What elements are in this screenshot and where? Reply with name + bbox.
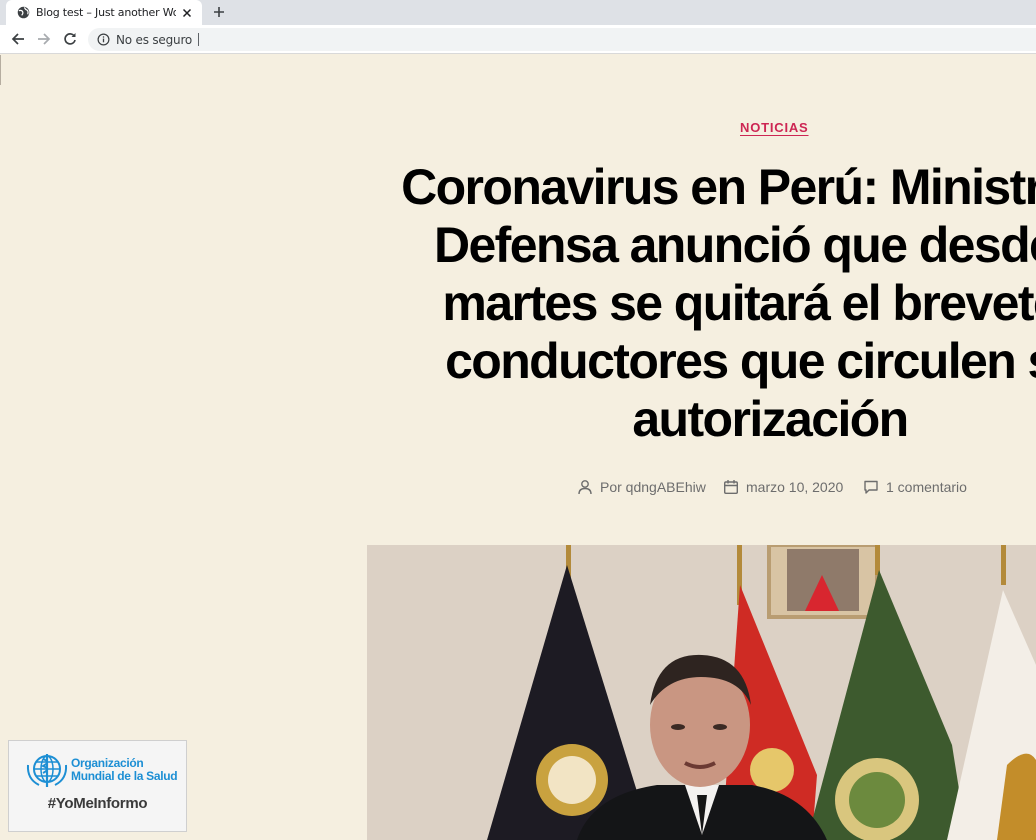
post-title-line: Defensa anunció que desde el <box>433 217 1036 273</box>
forward-button[interactable] <box>34 29 54 49</box>
arrow-left-icon <box>11 33 24 45</box>
featured-image <box>367 545 1036 840</box>
browser-toolbar: No es seguro <box>0 25 1036 54</box>
back-button[interactable] <box>8 29 28 49</box>
who-org-name: Organización Mundial de la Salud <box>71 757 178 783</box>
who-org-line: Mundial de la Salud <box>71 769 178 783</box>
post-title-line: martes se quitará el brevete a <box>442 275 1036 331</box>
hashtag-label: #YoMeInformo <box>47 795 148 812</box>
page-edge-divider <box>0 55 1 85</box>
plus-icon <box>214 7 224 17</box>
post-comments[interactable]: 1 comentario <box>862 476 967 498</box>
close-icon[interactable] <box>180 6 194 20</box>
globe-icon <box>16 6 30 20</box>
tab-title: Blog test – Just another WordPress site <box>36 6 176 19</box>
info-icon[interactable] <box>96 33 110 47</box>
arrow-right-icon <box>38 33 51 45</box>
page-content: NOTICIAS Coronavirus en Perú: Ministro d… <box>0 55 1036 840</box>
comments-link[interactable]: 1 comentario <box>886 479 967 495</box>
security-indicator[interactable]: No es seguro <box>116 33 192 47</box>
address-bar[interactable]: No es seguro <box>88 28 1036 51</box>
post-title-line: autorización <box>632 391 909 447</box>
author-link[interactable]: Por qdngABEhiw <box>600 479 706 495</box>
who-badge[interactable]: Organización Mundial de la Salud #YoMeIn… <box>8 740 187 832</box>
text-cursor <box>198 33 200 46</box>
comment-bubble-icon <box>862 478 880 496</box>
category-link[interactable]: NOTICIAS <box>740 120 809 135</box>
reload-icon <box>64 33 76 45</box>
browser-tab[interactable]: Blog test – Just another WordPress site <box>6 0 202 25</box>
person-icon <box>576 478 594 496</box>
post-date[interactable]: marzo 10, 2020 <box>722 476 843 498</box>
reload-button[interactable] <box>60 29 80 49</box>
post-title-line: conductores que circulen sin <box>445 333 1036 389</box>
who-emblem-icon <box>26 754 68 787</box>
who-logo: Organización Mundial de la Salud <box>25 751 178 789</box>
calendar-icon <box>722 478 740 496</box>
new-tab-button[interactable] <box>209 3 229 21</box>
post-title: Coronavirus en Perú: Ministro de Defensa… <box>330 158 1036 448</box>
post-title-line: Coronavirus en Perú: Ministro de <box>401 159 1036 215</box>
tab-strip: Blog test – Just another WordPress site <box>0 0 1036 25</box>
date-link[interactable]: marzo 10, 2020 <box>746 479 843 495</box>
post-author[interactable]: Por qdngABEhiw <box>576 476 706 498</box>
